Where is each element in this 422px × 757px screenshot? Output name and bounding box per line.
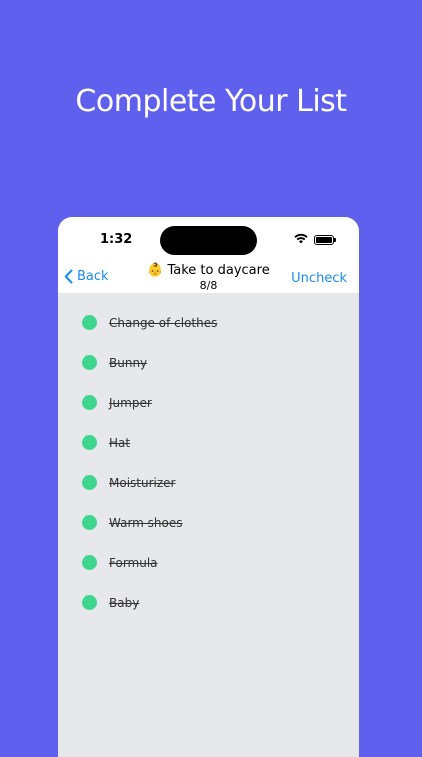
checked-dot-icon[interactable]	[82, 515, 97, 530]
checked-dot-icon[interactable]	[82, 475, 97, 490]
item-label: Moisturizer	[109, 475, 176, 490]
nav-bar: Back 👶 Take to daycare 8/8 Uncheck	[58, 263, 359, 293]
list-item[interactable]: Jumper	[82, 395, 152, 410]
checked-dot-icon[interactable]	[82, 315, 97, 330]
item-label: Warm shoes	[109, 515, 183, 530]
nav-title: Take to daycare	[167, 263, 270, 278]
list-item[interactable]: Formula	[82, 555, 158, 570]
uncheck-button[interactable]: Uncheck	[291, 271, 347, 286]
headline: Complete Your List	[75, 84, 347, 119]
checked-dot-icon[interactable]	[82, 395, 97, 410]
list-item[interactable]: Warm shoes	[82, 515, 183, 530]
checked-dot-icon[interactable]	[82, 355, 97, 370]
checked-dot-icon[interactable]	[82, 595, 97, 610]
baby-icon: 👶	[147, 263, 164, 278]
battery-icon	[314, 235, 336, 245]
item-label: Formula	[109, 555, 158, 570]
checklist: Change of clothes Bunny Jumper Hat Moist…	[58, 293, 359, 757]
list-item[interactable]: Moisturizer	[82, 475, 175, 490]
list-item[interactable]: Baby	[82, 595, 139, 610]
item-label: Baby	[109, 595, 140, 610]
wifi-icon	[294, 233, 308, 244]
item-label: Hat	[109, 435, 131, 450]
phone-screen: 1:32 Back 👶 Take to daycare 8/8 Uncheck C…	[58, 217, 359, 757]
item-label: Bunny	[109, 355, 148, 370]
status-bar: 1:32	[58, 217, 359, 263]
checked-dot-icon[interactable]	[82, 435, 97, 450]
dynamic-island	[160, 226, 257, 255]
status-time: 1:32	[100, 232, 133, 247]
list-item[interactable]: Hat	[82, 435, 130, 450]
checked-dot-icon[interactable]	[82, 555, 97, 570]
item-label: Change of clothes	[109, 315, 218, 330]
list-item[interactable]: Change of clothes	[82, 315, 217, 330]
list-item[interactable]: Bunny	[82, 355, 147, 370]
item-label: Jumper	[109, 395, 152, 410]
